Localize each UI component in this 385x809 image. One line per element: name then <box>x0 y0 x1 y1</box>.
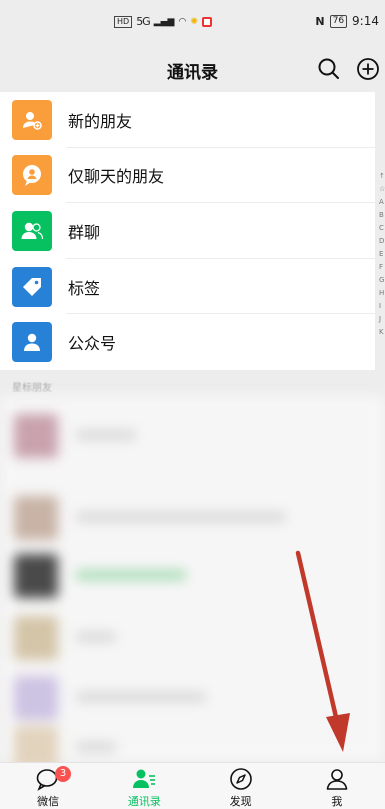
unread-badge: 3 <box>55 766 71 782</box>
menu-item-label: 仅聊天的朋友 <box>68 167 165 187</box>
signal-label: 5G <box>136 15 150 28</box>
index-letter[interactable]: ↑ <box>379 170 385 183</box>
avatar <box>14 676 58 720</box>
index-letter[interactable]: G <box>379 274 385 287</box>
clock: 9:14 <box>352 14 379 28</box>
menu-item-official-accounts[interactable]: 公众号 <box>0 314 375 370</box>
bottom-tab-bar: 微信 3 通讯录 发现 我 <box>0 762 385 809</box>
index-letter[interactable]: B <box>379 209 385 222</box>
menu-item-new-friends[interactable]: 新的朋友 <box>0 92 375 148</box>
person-icon <box>326 769 348 790</box>
sun-icon: ✺ <box>190 16 198 27</box>
plus-circle-icon[interactable] <box>355 56 381 82</box>
tab-label: 通讯录 <box>127 795 161 808</box>
signal-icon: ▂▄▆ <box>153 16 175 27</box>
contacts-menu: 新的朋友 仅聊天的朋友 群聊 标签 公众号 <box>0 92 375 370</box>
menu-item-label: 新的朋友 <box>68 111 133 131</box>
index-letter[interactable]: K <box>379 326 385 339</box>
blurred-contact-list <box>0 396 385 770</box>
contact-name-redacted <box>76 570 186 580</box>
menu-item-group-chats[interactable]: 群聊 <box>0 203 375 259</box>
person-icon <box>12 322 52 363</box>
index-letter[interactable]: C <box>379 222 385 235</box>
status-bar: HD 5G ▂▄▆ ◠ ✺ N 76 9:14 <box>0 0 385 46</box>
index-letter[interactable]: H <box>379 287 385 300</box>
index-letter[interactable]: F <box>379 261 385 274</box>
index-letter[interactable]: E <box>379 248 385 261</box>
avatar <box>14 496 58 540</box>
contacts-icon <box>133 769 156 788</box>
menu-item-label: 标签 <box>68 278 101 298</box>
tab-label: 发现 <box>229 795 252 808</box>
menu-item-tags[interactable]: 标签 <box>0 259 375 315</box>
index-letter[interactable]: I <box>379 300 385 313</box>
index-letter[interactable]: ☆ <box>379 183 385 196</box>
list-item[interactable] <box>10 544 380 604</box>
tab-label: 微信 <box>37 795 60 808</box>
contact-name-redacted <box>76 632 116 642</box>
tab-label: 我 <box>331 795 343 808</box>
list-item[interactable] <box>10 606 380 666</box>
avatar <box>14 414 58 458</box>
menu-item-label: 群聊 <box>68 222 101 242</box>
index-letter[interactable]: J <box>379 313 385 326</box>
status-left: HD 5G ▂▄▆ ◠ ✺ <box>114 15 212 28</box>
tab-contacts[interactable]: 通讯录 <box>96 763 192 809</box>
chat-bubble-icon <box>12 155 52 196</box>
hd-indicator: HD <box>114 15 133 28</box>
avatar <box>14 616 58 660</box>
list-item[interactable] <box>10 404 380 464</box>
list-item[interactable] <box>10 486 380 546</box>
tab-discover[interactable]: 发现 <box>193 763 289 809</box>
search-icon[interactable] <box>316 56 342 82</box>
nfc-icon: N <box>315 14 325 28</box>
contact-name-redacted <box>76 742 116 752</box>
section-header-starred: 星标朋友 <box>12 383 52 394</box>
contact-name-redacted <box>76 692 206 702</box>
nav-header: 通讯录 <box>0 46 385 92</box>
notification-app-icon <box>201 16 212 27</box>
status-right: N 76 9:14 <box>315 14 379 28</box>
index-letter[interactable]: A <box>379 196 385 209</box>
tab-me[interactable]: 我 <box>289 763 385 809</box>
contact-name-redacted <box>76 430 136 440</box>
battery-level: 76 <box>329 14 348 28</box>
menu-item-chat-only-friends[interactable]: 仅聊天的朋友 <box>0 148 375 204</box>
contact-name-redacted <box>76 512 286 522</box>
index-letter[interactable]: D <box>379 235 385 248</box>
add-friend-icon <box>12 99 52 140</box>
tag-icon <box>12 266 52 307</box>
alphabet-index[interactable]: ↑ ☆ A B C D E F G H I J K <box>379 170 385 339</box>
menu-item-label: 公众号 <box>68 334 117 354</box>
wifi-icon: ◠ <box>178 16 187 27</box>
avatar <box>14 554 58 598</box>
group-icon <box>12 210 52 251</box>
tab-chats[interactable]: 微信 3 <box>0 763 96 809</box>
compass-icon <box>229 768 252 790</box>
